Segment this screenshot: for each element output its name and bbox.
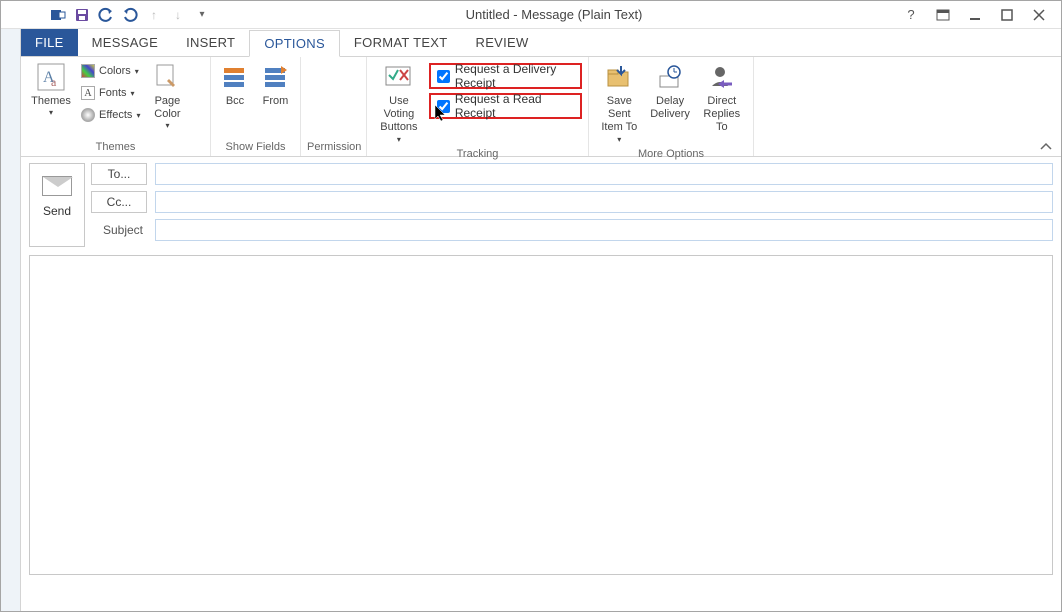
effects-icon <box>81 108 95 122</box>
group-label-permission: Permission <box>307 139 360 156</box>
tab-insert[interactable]: INSERT <box>172 29 249 56</box>
voting-label: Use Voting Buttons <box>375 95 423 135</box>
themes-icon: Aa <box>35 61 67 93</box>
redo-icon[interactable] <box>121 6 139 24</box>
colors-label: Colors <box>99 65 131 77</box>
ribbon: Aa Themes ▾ Colors▾ AFonts▾ Effects▾ <box>21 57 1061 157</box>
delay-label: Delay Delivery <box>650 95 690 121</box>
page-color-icon <box>151 61 183 93</box>
save-icon[interactable] <box>73 6 91 24</box>
maximize-icon[interactable] <box>993 4 1021 26</box>
bcc-icon <box>219 61 251 93</box>
colors-button[interactable]: Colors▾ <box>79 61 142 81</box>
group-label-more-options: More Options <box>595 146 747 163</box>
voting-icon <box>383 61 415 93</box>
cc-button[interactable]: Cc... <box>91 191 147 213</box>
left-strip <box>1 29 21 611</box>
direct-replies-icon <box>706 61 738 93</box>
delay-icon <box>654 61 686 93</box>
delivery-receipt-input[interactable] <box>437 70 450 83</box>
from-label: From <box>263 95 289 108</box>
to-button[interactable]: To... <box>91 163 147 185</box>
qat-dropdown-icon[interactable]: ▾ <box>193 6 211 24</box>
bcc-label: Bcc <box>226 95 244 108</box>
ribbon-tabs: FILE MESSAGE INSERT OPTIONS FORMAT TEXT … <box>21 29 1061 57</box>
read-receipt-label: Request a Read Receipt <box>455 92 574 120</box>
message-body[interactable] <box>29 255 1053 575</box>
read-receipt-checkbox[interactable]: Request a Read Receipt <box>433 96 578 116</box>
ribbon-display-icon[interactable] <box>929 4 957 26</box>
prev-item-icon[interactable]: ↑ <box>145 6 163 24</box>
delivery-receipt-label: Request a Delivery Receipt <box>455 62 574 90</box>
tab-file[interactable]: FILE <box>21 29 78 56</box>
fonts-label: Fonts <box>99 87 127 99</box>
themes-label: Themes <box>31 95 71 108</box>
from-button[interactable]: From <box>257 59 294 110</box>
group-show-fields: Bcc From Show Fields <box>211 57 301 156</box>
delay-delivery-button[interactable]: Delay Delivery <box>648 59 693 123</box>
group-tracking: Use Voting Buttons▾ Request a Delivery R… <box>367 57 589 156</box>
direct-replies-button[interactable]: Direct Replies To <box>697 59 747 137</box>
effects-button[interactable]: Effects▾ <box>79 105 142 125</box>
group-themes: Aa Themes ▾ Colors▾ AFonts▾ Effects▾ <box>21 57 211 156</box>
collapse-ribbon-icon[interactable] <box>1039 142 1053 152</box>
from-icon <box>260 61 292 93</box>
next-item-icon[interactable]: ↓ <box>169 6 187 24</box>
tab-format-text[interactable]: FORMAT TEXT <box>340 29 462 56</box>
page-color-button[interactable]: Page Color ▾ <box>146 59 188 133</box>
quick-access-toolbar: ↑ ↓ ▾ <box>1 6 211 24</box>
compose-header: Send To... Cc... Subject <box>21 157 1061 253</box>
delivery-receipt-checkbox[interactable]: Request a Delivery Receipt <box>433 66 578 86</box>
group-permission: Permission <box>301 57 367 156</box>
save-sent-button[interactable]: Save Sent Item To▾ <box>595 59 644 146</box>
read-receipt-input[interactable] <box>437 100 450 113</box>
group-more-options: Save Sent Item To▾ Delay Delivery Direct… <box>589 57 754 156</box>
tab-review[interactable]: REVIEW <box>462 29 543 56</box>
tab-message[interactable]: MESSAGE <box>78 29 172 56</box>
fonts-icon: A <box>81 86 95 100</box>
save-sent-icon <box>603 61 635 93</box>
voting-buttons-button[interactable]: Use Voting Buttons▾ <box>373 59 425 146</box>
window-title: Untitled - Message (Plain Text) <box>211 7 897 22</box>
bcc-button[interactable]: Bcc <box>217 59 253 110</box>
subject-label: Subject <box>91 223 147 237</box>
highlight-read-receipt: Request a Read Receipt <box>429 93 582 119</box>
help-icon[interactable]: ? <box>897 4 925 26</box>
close-icon[interactable] <box>1025 4 1053 26</box>
outlook-icon[interactable] <box>49 6 67 24</box>
highlight-delivery-receipt: Request a Delivery Receipt <box>429 63 582 89</box>
to-field[interactable] <box>155 163 1053 185</box>
colors-icon <box>81 64 95 78</box>
undo-icon[interactable] <box>97 6 115 24</box>
group-label-themes: Themes <box>27 139 204 156</box>
page-color-label: Page Color <box>154 95 180 121</box>
cc-field[interactable] <box>155 191 1053 213</box>
group-label-tracking: Tracking <box>373 146 582 163</box>
subject-field[interactable] <box>155 219 1053 241</box>
effects-label: Effects <box>99 109 132 121</box>
fonts-button[interactable]: AFonts▾ <box>79 83 142 103</box>
send-label: Send <box>43 204 71 218</box>
send-button[interactable]: Send <box>29 163 85 247</box>
minimize-icon[interactable] <box>961 4 989 26</box>
window-controls: ? <box>897 4 1061 26</box>
group-label-show-fields: Show Fields <box>217 139 294 156</box>
message-window: ↑ ↓ ▾ Untitled - Message (Plain Text) ? … <box>0 0 1062 612</box>
svg-text:a: a <box>51 75 57 89</box>
titlebar: ↑ ↓ ▾ Untitled - Message (Plain Text) ? <box>1 1 1061 29</box>
dropdown-arrow-icon: ▾ <box>165 121 169 131</box>
save-sent-label: Save Sent Item To <box>597 95 642 135</box>
themes-button[interactable]: Aa Themes ▾ <box>27 59 75 120</box>
direct-replies-label: Direct Replies To <box>699 95 745 135</box>
dropdown-arrow-icon: ▾ <box>49 108 53 118</box>
envelope-icon <box>42 176 72 196</box>
tab-options[interactable]: OPTIONS <box>249 30 340 57</box>
